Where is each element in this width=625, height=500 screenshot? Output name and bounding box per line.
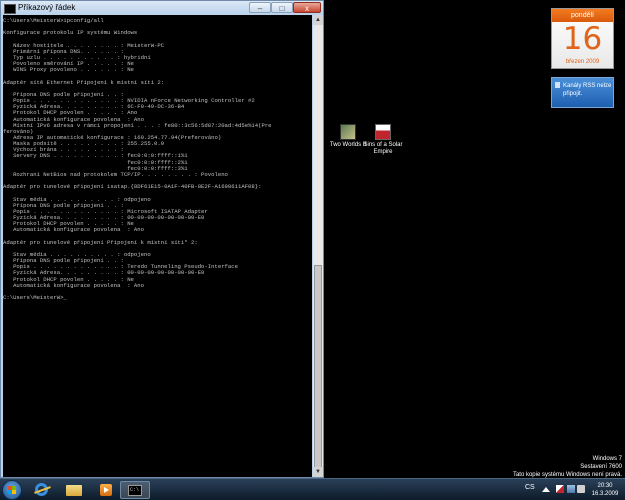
feed-headlines-gadget[interactable]: Kanály RSS nelze připojit.: [551, 77, 614, 108]
volume-icon[interactable]: [577, 485, 585, 493]
desktop-icon-label: Two Worlds II: [329, 142, 367, 148]
command-prompt-window[interactable]: Příkazový řádek – □ x C:\Users\MeisterW>…: [0, 0, 324, 478]
desktop-icon-two-worlds[interactable]: Two Worlds II: [328, 124, 368, 149]
command-prompt-icon: C:\: [128, 485, 142, 496]
desktop-icon-label: Sins of a Solar Empire: [363, 142, 403, 155]
scrollbar-thumb[interactable]: [314, 265, 322, 475]
clock-time: 20:30: [597, 483, 613, 489]
taskbar-media-player[interactable]: [94, 481, 118, 499]
clock-date: 16.3.2009: [591, 491, 619, 497]
window-titlebar[interactable]: Příkazový řádek – □ x: [1, 1, 323, 15]
console-output-text: C:\Users\MeisterW>ipconfig/all Konfigura…: [3, 17, 272, 302]
window-title: Příkazový řádek: [18, 3, 76, 12]
feed-message: Kanály RSS nelze připojit.: [563, 83, 612, 97]
language-indicator[interactable]: CS: [525, 484, 535, 491]
taskbar-internet-explorer[interactable]: [30, 481, 54, 499]
taskbar-command-prompt[interactable]: C:\: [120, 481, 150, 499]
taskbar: C:\ CS 20:30 16.3.2009: [0, 478, 625, 500]
watermark-build: Sestavení 7600: [580, 464, 622, 470]
two-worlds-game-icon: [340, 124, 356, 140]
windows-logo-icon: [8, 486, 16, 494]
folder-icon: [66, 485, 82, 496]
taskbar-windows-explorer[interactable]: [62, 481, 86, 499]
calendar-month-year: březen 2009: [565, 59, 600, 65]
calendar-day: 16: [562, 21, 603, 57]
watermark-version: Windows 7: [592, 456, 622, 462]
sins-game-icon: [375, 124, 391, 140]
close-button[interactable]: x: [293, 2, 321, 13]
calendar-gadget[interactable]: pondělí 16 březen 2009: [551, 8, 614, 69]
desktop-icon-sins-of-a-solar-empire[interactable]: Sins of a Solar Empire: [363, 124, 403, 156]
scroll-down-arrow-icon[interactable]: ▼: [313, 467, 323, 477]
scroll-up-arrow-icon[interactable]: ▲: [313, 15, 323, 25]
media-player-icon: [100, 484, 112, 496]
vertical-scrollbar[interactable]: ▲ ▼: [313, 15, 323, 477]
feed-icon: [555, 82, 560, 88]
internet-explorer-icon: [35, 483, 48, 496]
clock[interactable]: 20:30 16.3.2009: [588, 482, 622, 498]
network-icon[interactable]: [567, 485, 575, 493]
action-center-flag-icon[interactable]: [556, 485, 564, 493]
console-icon: [4, 4, 16, 14]
start-button[interactable]: [2, 480, 22, 500]
minimize-button[interactable]: –: [249, 2, 271, 13]
windows-watermark: Windows 7 Sestavení 7600 Tato kopie syst…: [513, 455, 622, 479]
show-hidden-icons-icon[interactable]: [542, 487, 550, 492]
console-output-area[interactable]: C:\Users\MeisterW>ipconfig/all Konfigura…: [3, 15, 312, 477]
maximize-button[interactable]: □: [271, 2, 293, 13]
